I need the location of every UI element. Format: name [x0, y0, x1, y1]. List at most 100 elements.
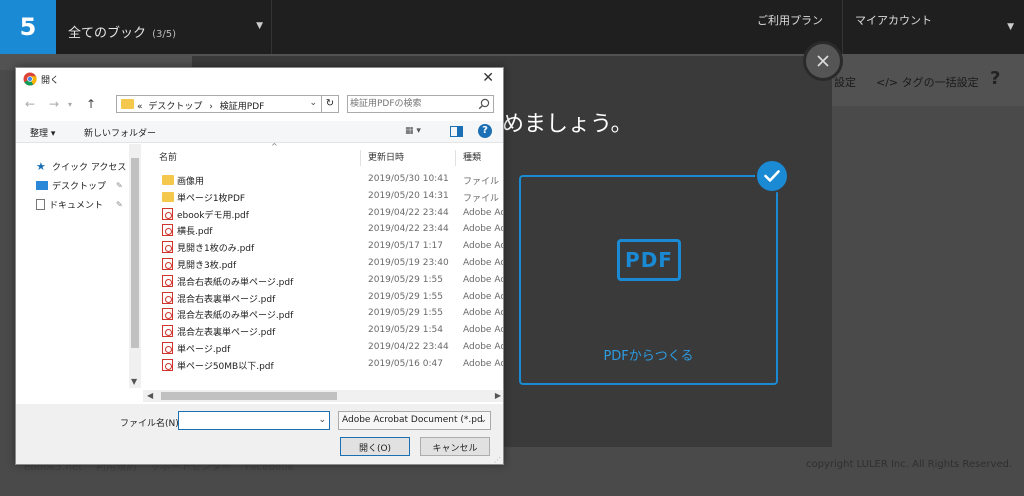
file-type-value: Adobe Acrobat Document (*.pd [342, 415, 483, 425]
preview-pane-icon[interactable] [450, 126, 463, 137]
breadcrumb: « デスクトップ › 検証用PDF [137, 99, 264, 112]
modal-heading: めましょう。 [502, 112, 633, 137]
pdf-file-icon [162, 258, 173, 270]
book-select[interactable]: 全てのブック (3/5) ▼ [56, 0, 272, 54]
file-date: 2019/04/22 23:44 [368, 224, 449, 235]
file-list: ^ 名前 更新日時 種類 画像用2019/05/30 10:41ファイル フォ単… [153, 142, 504, 390]
file-date: 2019/05/30 10:41 [368, 174, 449, 184]
nav-item-label: クイック アクセス [52, 162, 127, 173]
search-input[interactable] [350, 97, 470, 111]
close-icon[interactable] [803, 41, 843, 81]
chevron-down-icon[interactable]: ⌄ [309, 98, 317, 108]
open-button[interactable]: 開く(O) [340, 437, 410, 456]
new-folder-button[interactable]: 新しいフォルダー [84, 126, 156, 139]
file-date: 2019/05/29 1:55 [368, 308, 443, 319]
back-arrow-icon[interactable]: ← [25, 97, 35, 111]
resize-grip-icon[interactable]: ⋰ [494, 456, 501, 464]
horizontal-scrollbar[interactable]: ◀ ▶ [143, 390, 503, 402]
help-icon[interactable]: ? [478, 124, 492, 138]
file-name: 横長.pdf [177, 227, 213, 238]
file-list-header: 名前 更新日時 種類 [153, 150, 503, 168]
file-type: Adobe Ac [463, 274, 504, 285]
nav-item-quick-access[interactable]: ★ クイック アクセス [36, 158, 126, 174]
tag-bulk-setting-link[interactable]: </> タグの一括設定 [876, 74, 979, 90]
filename-label: ファイル名(N): [120, 419, 182, 429]
column-divider[interactable] [455, 150, 456, 166]
file-type: Adobe Ac [463, 241, 504, 252]
column-header-name[interactable]: 名前 [159, 150, 177, 163]
file-row[interactable]: 見開き3枚.pdf 2019/05/19 23:40 Adobe Ac [153, 256, 503, 272]
breadcrumb-prefix[interactable]: « [137, 102, 143, 112]
refresh-icon[interactable]: ↻ [322, 95, 339, 113]
file-type: Adobe Ac [463, 207, 504, 218]
column-divider[interactable] [360, 150, 361, 166]
file-row[interactable]: 混合右表裏単ページ.pdf 2019/05/29 1:55 Adobe Ac [153, 290, 503, 306]
filename-input[interactable] [181, 413, 313, 428]
cancel-button[interactable]: キャンセル [420, 437, 490, 456]
file-name: 単ページ.pdf [177, 345, 231, 355]
help-icon[interactable]: ? [990, 68, 1000, 89]
plan-link[interactable]: ご利用プラン [757, 12, 823, 28]
pdf-icon-text: PDF [625, 248, 673, 272]
pdf-option-label: PDFからつくる [603, 349, 694, 364]
search-icon[interactable] [478, 98, 490, 110]
scrollbar-thumb[interactable] [131, 158, 139, 348]
pdf-icon: PDF [617, 239, 681, 281]
scroll-right-icon[interactable]: ▶ [495, 391, 501, 400]
breadcrumb-separator-icon: › [209, 102, 213, 112]
recent-dropdown-icon[interactable]: ▾ [68, 100, 72, 109]
dialog-toolbar: 整理 ▾ 新しいフォルダー ▦ ▾ ? [16, 121, 503, 143]
breadcrumb-item[interactable]: デスクトップ [148, 102, 202, 112]
file-row[interactable]: ebookデモ用.pdf 2019/04/22 23:44 Adobe Ac [153, 206, 504, 222]
scroll-left-icon[interactable]: ◀ [147, 391, 153, 400]
file-row[interactable]: 単ページ.pdf 2019/04/22 23:44 Adobe Ac [153, 340, 503, 356]
file-row[interactable]: 単ページ50MB以下.pdf 2019/05/16 0:47 Adobe Ac [153, 357, 504, 373]
file-row[interactable]: 横長.pdf 2019/04/22 23:44 Adobe Ac [153, 222, 503, 238]
column-header-type[interactable]: 種類 [463, 150, 481, 163]
file-type: Adobe Ac [463, 308, 504, 319]
close-icon[interactable]: ✕ [482, 70, 494, 86]
file-row[interactable]: 混合左表裏単ページ.pdf 2019/05/29 1:54 Adobe Ac [153, 323, 504, 339]
settings-link[interactable]: 設定 [834, 74, 856, 90]
dialog-title-bar[interactable]: 開く ✕ [16, 68, 503, 90]
file-date: 2019/05/29 1:54 [368, 325, 443, 336]
breadcrumb-item[interactable]: 検証用PDF [220, 102, 265, 112]
search-box[interactable] [347, 95, 494, 113]
pdf-file-icon [162, 291, 173, 304]
dialog-footer: ファイル名(N): ⌄ Adobe Acrobat Document (*.pd… [16, 404, 503, 464]
app-logo[interactable]: 5 [0, 0, 56, 54]
file-date: 2019/04/22 23:44 [368, 207, 449, 218]
file-row[interactable]: 単ページ1枚PDF 2019/05/20 14:31 ファイル フォ [153, 189, 503, 205]
account-menu[interactable]: マイアカウント ▼ [842, 0, 1024, 54]
file-row[interactable]: 混合右表紙のみ単ページ.pdf 2019/05/29 1:55 Adobe Ac [153, 273, 504, 289]
pin-icon[interactable]: ✎ [116, 200, 123, 209]
caret-down-icon: ▼ [256, 21, 263, 31]
nav-pane-scrollbar[interactable]: ▼ [129, 144, 141, 388]
pdf-file-icon [162, 207, 173, 220]
organize-button[interactable]: 整理 ▾ [30, 126, 55, 139]
pin-icon[interactable]: ✎ [116, 181, 123, 190]
navigation-pane: ★ クイック アクセス デスクトップ ✎ ドキュメント ✎ ▼ [16, 144, 141, 388]
file-type: Adobe Ac [463, 358, 504, 369]
nav-item-desktop[interactable]: デスクトップ [36, 177, 106, 193]
view-options-icon[interactable]: ▦ ▾ [405, 126, 421, 136]
file-type-select[interactable]: Adobe Acrobat Document (*.pd ⌄ [338, 411, 491, 430]
scrollbar-thumb[interactable] [161, 392, 337, 400]
filename-field[interactable]: ⌄ [178, 411, 330, 430]
book-select-label: 全てのブック [68, 26, 147, 41]
nav-item-documents[interactable]: ドキュメント [36, 196, 103, 212]
column-header-date[interactable]: 更新日時 [368, 150, 404, 163]
chevron-down-icon[interactable]: ⌄ [318, 415, 326, 425]
file-row[interactable]: 混合左表紙のみ単ページ.pdf 2019/05/29 1:55 Adobe Ac [153, 306, 504, 322]
dialog-title: 開く [41, 76, 60, 86]
pdf-file-icon [162, 274, 173, 287]
forward-arrow-icon[interactable]: → [49, 97, 59, 111]
scroll-down-icon[interactable]: ▼ [131, 377, 137, 386]
address-bar[interactable]: « デスクトップ › 検証用PDF ⌄ [116, 95, 322, 113]
file-row[interactable]: 見開き1枚のみ.pdf 2019/05/17 1:17 Adobe Ac [153, 239, 504, 255]
file-type: Adobe Ac [463, 325, 504, 336]
file-row[interactable]: 画像用 2019/05/30 10:41 ファイル フォ [153, 172, 503, 188]
file-name: 混合左表裏単ページ.pdf [177, 328, 276, 339]
pdf-option-card[interactable]: PDF PDFからつくる [519, 175, 778, 385]
up-arrow-icon[interactable]: ↑ [86, 97, 96, 111]
